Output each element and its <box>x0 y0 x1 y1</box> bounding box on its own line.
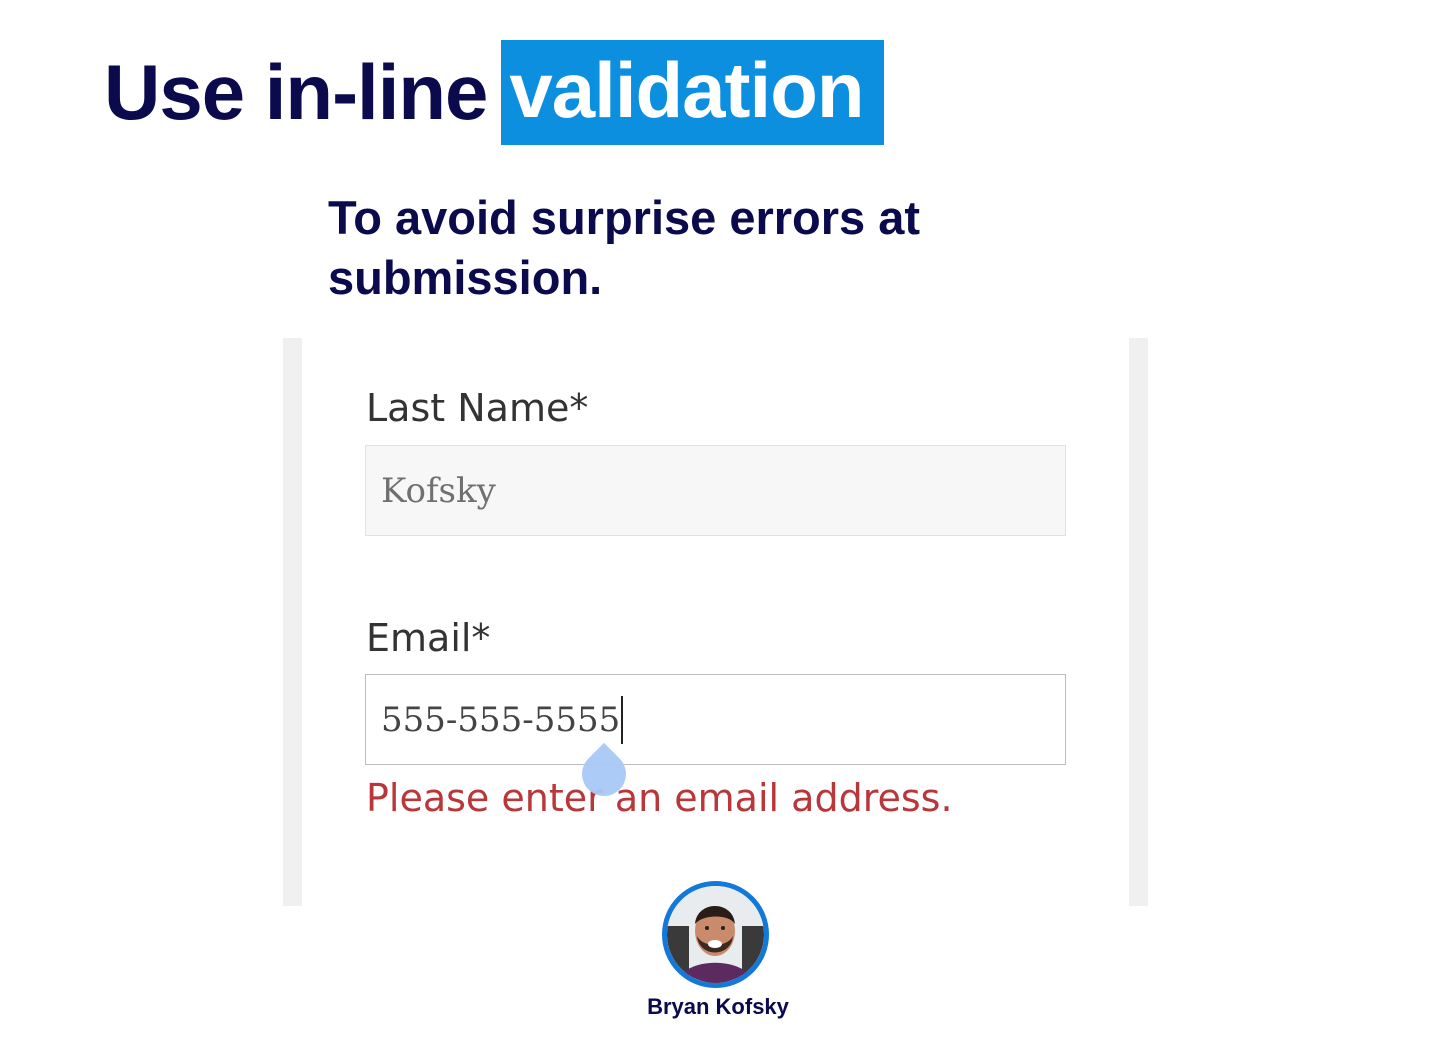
form-frame-left-border <box>283 338 302 906</box>
presenter-name: Bryan Kofsky <box>647 994 789 1019</box>
last-name-input[interactable]: Kofsky <box>365 445 1066 536</box>
email-input[interactable]: 555-555-5555 <box>365 674 1066 765</box>
email-label: Email* <box>366 616 491 660</box>
form-frame-right-border <box>1129 338 1148 906</box>
slide-title: Use in-line validation <box>104 40 884 145</box>
slide-subtitle: To avoid surprise errors at submission. <box>328 191 921 304</box>
last-name-value: Kofsky <box>381 470 496 511</box>
email-value: 555-555-5555 <box>381 699 621 740</box>
email-error-message: Please enter an email address. <box>366 776 953 820</box>
person-icon <box>667 886 764 983</box>
last-name-label: Last Name* <box>366 386 589 430</box>
slide-title-highlight: validation <box>501 40 884 145</box>
slide-title-text: Use in-line <box>104 48 488 136</box>
presenter-avatar <box>662 881 769 988</box>
text-cursor <box>621 695 624 744</box>
